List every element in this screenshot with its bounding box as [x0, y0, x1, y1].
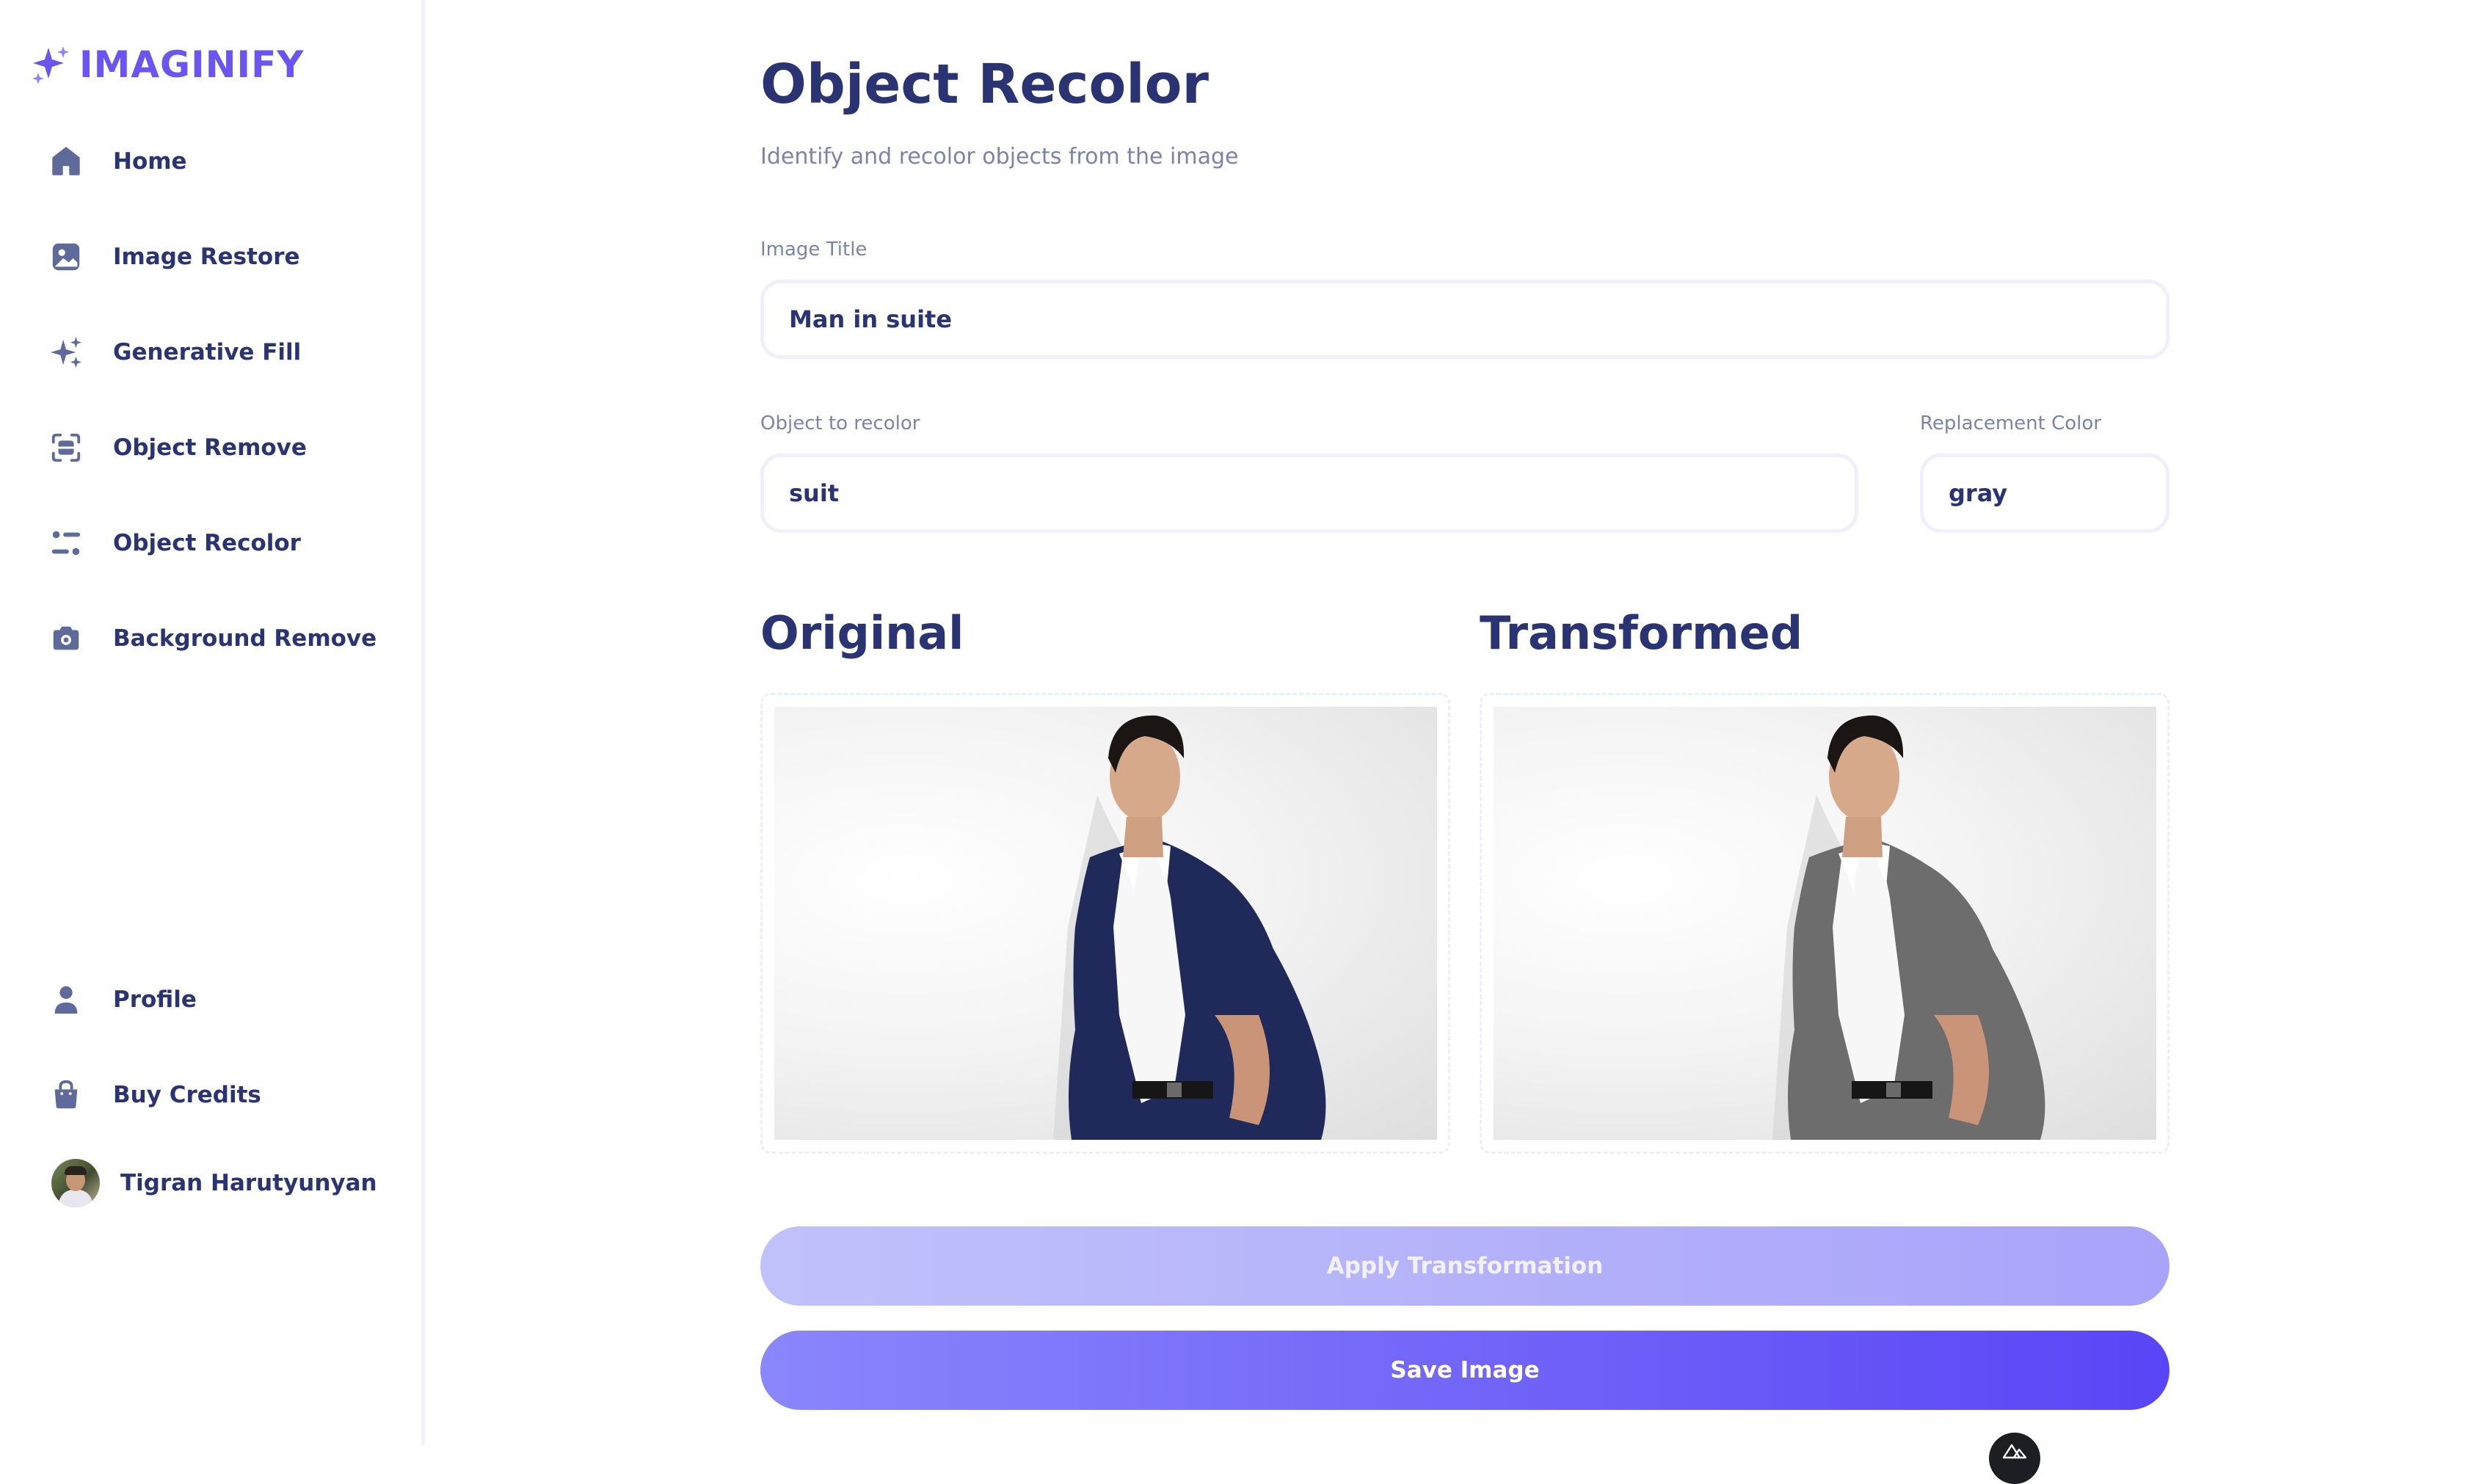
sidebar-item-generative-fill[interactable]: Generative Fill	[48, 323, 393, 382]
page-title: Object Recolor	[760, 53, 1210, 116]
sidebar-item-label: Object Recolor	[113, 530, 301, 556]
logo[interactable]: IMAGINIFY	[29, 41, 305, 88]
sidebar: IMAGINIFY Home Image Restore Generative …	[0, 0, 425, 1446]
sidebar-item-object-recolor[interactable]: Object Recolor	[48, 514, 393, 572]
image-icon	[48, 239, 84, 274]
mountain-icon	[2002, 1444, 2027, 1459]
user-icon	[48, 982, 84, 1017]
scan-icon	[48, 430, 84, 465]
object-to-recolor-label: Object to recolor	[760, 412, 920, 434]
image-title-input[interactable]	[760, 280, 2169, 359]
sidebar-item-object-remove[interactable]: Object Remove	[48, 418, 393, 477]
main-content: Object Recolor Identify and recolor obje…	[760, 0, 2169, 1484]
sidebar-item-label: Image Restore	[113, 244, 300, 270]
original-heading: Original	[760, 606, 964, 660]
original-image-frame[interactable]	[760, 693, 1450, 1154]
transformed-heading: Transformed	[1480, 606, 1803, 660]
save-image-button[interactable]: Save Image	[760, 1331, 2169, 1410]
transformed-image	[1494, 707, 2156, 1140]
object-to-recolor-input[interactable]	[760, 454, 1858, 533]
user-name: Tigran Harutyunyan	[120, 1170, 377, 1196]
sparkle-logo-icon	[32, 46, 69, 84]
sidebar-item-label: Generative Fill	[113, 339, 302, 365]
sidebar-item-label: Background Remove	[113, 625, 377, 652]
page-subtitle: Identify and recolor objects from the im…	[760, 144, 1239, 170]
sidebar-item-image-restore[interactable]: Image Restore	[48, 228, 393, 286]
sidebar-item-profile[interactable]: Profile	[48, 970, 393, 1029]
sidebar-item-home[interactable]: Home	[48, 132, 393, 191]
filter-icon	[48, 525, 84, 561]
logo-text: IMAGINIFY	[79, 43, 305, 86]
sidebar-item-label: Object Remove	[113, 434, 307, 461]
image-title-label: Image Title	[760, 239, 868, 261]
sidebar-item-buy-credits[interactable]: Buy Credits	[48, 1066, 393, 1124]
home-icon	[48, 144, 84, 179]
stars-icon	[48, 335, 84, 370]
sidebar-item-label: Profile	[113, 986, 197, 1013]
original-image	[774, 707, 1437, 1140]
sidebar-item-label: Buy Credits	[113, 1082, 261, 1108]
avatar[interactable]	[51, 1159, 100, 1207]
transformed-image-frame[interactable]	[1480, 693, 2169, 1154]
sidebar-item-label: Home	[113, 148, 187, 175]
devtools-badge[interactable]	[1989, 1433, 2040, 1484]
user-profile[interactable]: Tigran Harutyunyan	[51, 1157, 377, 1210]
apply-transformation-button[interactable]: Apply Transformation	[760, 1226, 2169, 1306]
bag-icon	[48, 1077, 84, 1113]
replacement-color-label: Replacement Color	[1920, 412, 2101, 434]
camera-icon	[48, 621, 84, 656]
replacement-color-input[interactable]	[1920, 454, 2169, 533]
sidebar-item-background-remove[interactable]: Background Remove	[48, 609, 393, 668]
